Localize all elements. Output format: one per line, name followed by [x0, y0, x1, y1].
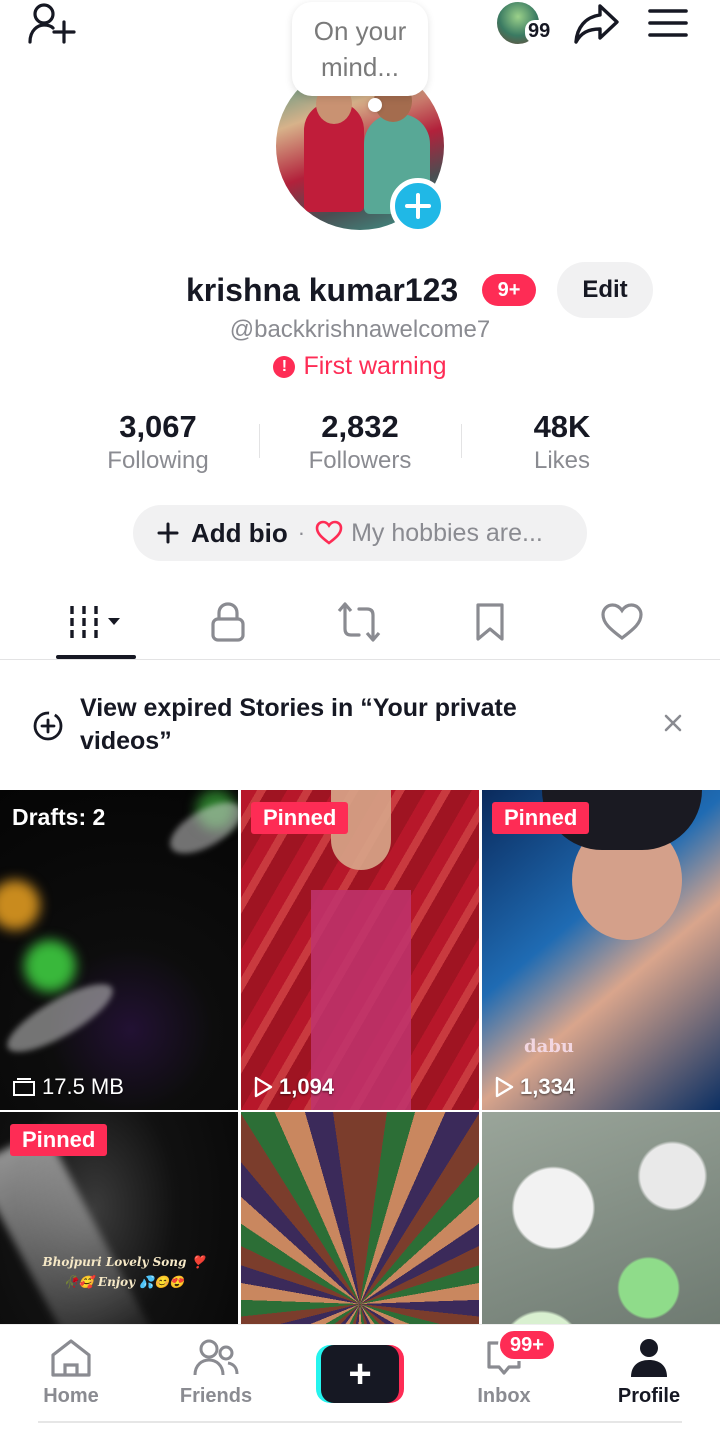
- video-grid: Drafts: 2 17.5 MB Pinned 1,094 Pinned da…: [0, 790, 720, 1324]
- expired-stories-text: View expired Stories in “Your private vi…: [80, 694, 517, 755]
- bookmark-icon: [476, 603, 504, 641]
- repost-icon: [337, 602, 381, 642]
- home-icon: [51, 1339, 91, 1377]
- pinned-badge: Pinned: [492, 802, 590, 834]
- video-overlay-text: Bhojpuri Lovely Song ❣️ 🥀🥰 Enjoy 💦😊😍: [42, 1255, 206, 1289]
- active-tab-indicator: [56, 655, 136, 659]
- lock-icon: [211, 602, 245, 642]
- bio-hint-text: My hobbies are...: [351, 518, 543, 547]
- profile-stats: 3,067 Following 2,832 Followers 48K Like…: [0, 408, 720, 478]
- add-friend-button[interactable]: [24, 0, 80, 48]
- bubble-tail: [368, 98, 382, 112]
- view-count-text: 1,094: [279, 1074, 335, 1099]
- add-bio-label: Add bio: [191, 517, 288, 548]
- hamburger-menu-icon: [648, 9, 688, 37]
- drafts-tile[interactable]: Drafts: 2 17.5 MB: [0, 790, 238, 1110]
- pinned-badge: Pinned: [10, 1124, 108, 1156]
- content-tabs: [0, 592, 720, 660]
- add-bio-button[interactable]: Add bio · My hobbies are...: [133, 505, 587, 561]
- dismiss-banner-button[interactable]: [656, 706, 690, 740]
- heart-icon: [601, 603, 643, 641]
- plus-icon: [157, 522, 179, 544]
- share-profile-button[interactable]: [570, 0, 622, 48]
- video-tile[interactable]: Pinned 1,094: [241, 790, 479, 1110]
- bio-hint: My hobbies are...: [315, 519, 543, 548]
- add-user-icon: [28, 3, 76, 44]
- alert-icon: !: [273, 355, 296, 378]
- stat-divider: [259, 424, 260, 458]
- tab-liked[interactable]: [582, 592, 662, 652]
- add-story-button[interactable]: [390, 178, 446, 234]
- edit-profile-button[interactable]: Edit: [557, 262, 653, 318]
- bio-separator: ·: [297, 520, 306, 545]
- folder-icon: [13, 1078, 35, 1096]
- story-count: 99: [525, 20, 554, 43]
- stat-following[interactable]: 3,067 Following: [68, 408, 248, 476]
- username: krishna kumar123: [186, 272, 459, 308]
- name-row: krishna kumar123 9+ Edit: [0, 262, 720, 318]
- video-tile[interactable]: Pinned dabu 1,334: [482, 790, 720, 1110]
- nav-inbox-label: Inbox: [477, 1385, 531, 1407]
- video-tile[interactable]: Pinned Bhojpuri Lovely Song ❣️ 🥀🥰 Enjoy …: [0, 1112, 238, 1324]
- stat-value: 2,832: [321, 409, 399, 444]
- nav-home-label: Home: [43, 1385, 99, 1407]
- notification-badge[interactable]: 9+: [482, 274, 536, 306]
- mind-bubble[interactable]: On your mind...: [292, 2, 428, 96]
- close-icon: [664, 714, 682, 732]
- view-count: 1,094: [253, 1074, 334, 1100]
- share-icon: [574, 4, 619, 44]
- view-count-text: 1,334: [520, 1074, 576, 1099]
- home-indicator: [38, 1421, 682, 1423]
- nav-friends-label: Friends: [179, 1385, 253, 1407]
- videos-grid-icon: [70, 606, 120, 638]
- story-avatars[interactable]: 99: [495, 0, 561, 48]
- drafts-label: Drafts: 2: [12, 804, 106, 830]
- menu-button[interactable]: [644, 0, 692, 46]
- friends-icon: [193, 1339, 239, 1376]
- bottom-navigation: Home Friends + Inbox 99+ Profile: [0, 1324, 720, 1432]
- stat-followers[interactable]: 2,832 Followers: [270, 408, 450, 476]
- play-icon: [254, 1076, 273, 1098]
- nav-profile-label: Profile: [617, 1385, 681, 1407]
- profile-icon: [631, 1339, 667, 1377]
- nav-friends[interactable]: Friends: [161, 1337, 271, 1413]
- tab-videos[interactable]: [56, 592, 136, 652]
- story-add-icon: [33, 711, 63, 741]
- nav-profile[interactable]: Profile: [594, 1337, 704, 1413]
- stat-value: 3,067: [119, 409, 197, 444]
- stat-label: Following: [107, 447, 209, 474]
- add-bio: Add bio: [157, 518, 288, 549]
- video-overlay-text: dabu: [524, 1036, 574, 1057]
- create-plus-icon: +: [321, 1345, 399, 1403]
- handle-text: @backkrishnawelcome7: [229, 316, 491, 343]
- draft-size-text: 17.5 MB: [42, 1074, 124, 1099]
- stat-likes[interactable]: 48K Likes: [472, 408, 652, 476]
- warning-row[interactable]: ! First warning: [0, 352, 720, 381]
- pinned-badge: Pinned: [251, 802, 349, 834]
- play-icon: [495, 1076, 514, 1098]
- plus-icon: [405, 193, 431, 219]
- stat-value: 48K: [533, 409, 591, 444]
- stat-divider: [461, 424, 462, 458]
- tab-reposts[interactable]: [319, 592, 399, 652]
- user-handle: @backkrishnawelcome7: [0, 316, 720, 344]
- mind-bubble-text: On your mind...: [313, 16, 407, 82]
- draft-size: 17.5 MB: [12, 1074, 124, 1100]
- tab-favorites[interactable]: [450, 592, 530, 652]
- warning-text: First warning: [303, 352, 447, 380]
- stat-label: Likes: [533, 447, 591, 474]
- view-count: 1,334: [494, 1074, 575, 1100]
- create-button[interactable]: +: [316, 1345, 404, 1403]
- stat-label: Followers: [308, 447, 412, 474]
- video-tile[interactable]: [241, 1112, 479, 1324]
- tab-private[interactable]: [188, 592, 268, 652]
- nav-home[interactable]: Home: [16, 1337, 126, 1413]
- inbox-badge: 99+: [498, 1329, 556, 1361]
- expired-stories-banner[interactable]: View expired Stories in “Your private vi…: [0, 676, 720, 772]
- video-tile[interactable]: [482, 1112, 720, 1324]
- heart-outline-icon: [315, 520, 343, 545]
